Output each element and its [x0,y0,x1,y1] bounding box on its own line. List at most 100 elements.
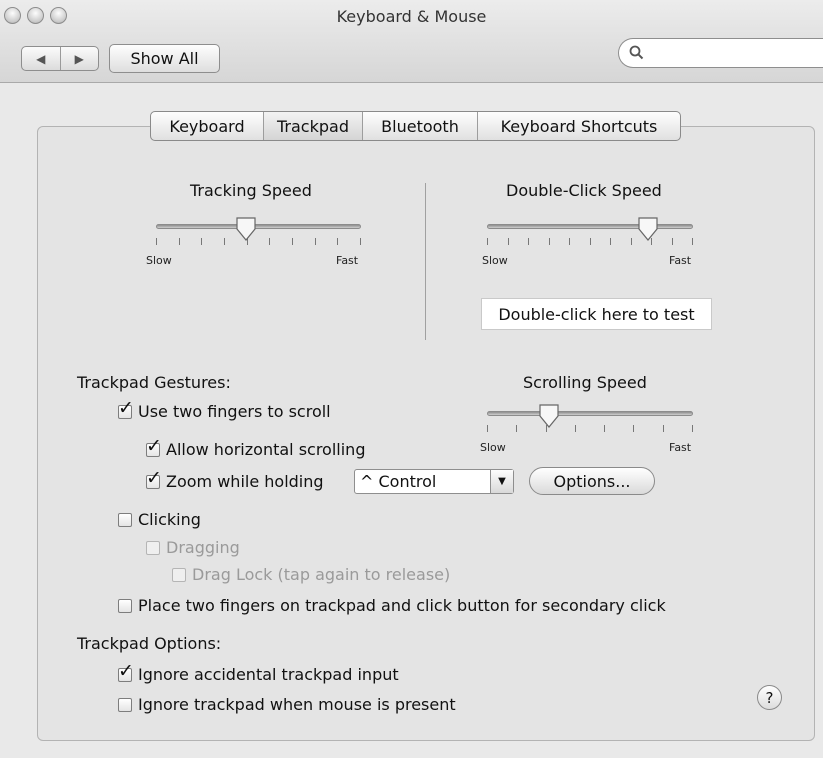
zoom-modifier-popup[interactable]: ^ Control ▼ [354,469,514,494]
checkmark-icon: ✓ [118,396,134,419]
window-title: Keyboard & Mouse [336,7,487,26]
double-click-speed-slider[interactable] [487,216,693,250]
trackpad-gestures-heading: Trackpad Gestures: [77,373,231,392]
slider-tick [663,425,664,432]
tab-keyboard-shortcuts[interactable]: Keyboard Shortcuts [478,112,680,140]
zoom-checkbox[interactable]: ✓ Zoom while holding [146,468,324,491]
checkbox-box[interactable] [118,598,132,613]
checkbox-box [146,540,160,555]
slider-tick [269,238,270,245]
slider-tick [633,425,634,432]
slider-ticks [487,238,693,246]
trackpad-options-heading: Trackpad Options: [77,634,222,653]
tracking-speed-label: Tracking Speed [190,181,312,200]
zoom-modifier-value: ^ Control [360,472,437,491]
ignore-with-mouse-label: Ignore trackpad when mouse is present [138,695,456,714]
search-icon [629,45,644,60]
slider-tick [672,238,673,245]
slider-tick [549,238,550,245]
scrolling-speed-slider[interactable] [487,403,693,437]
zoom-label: Zoom while holding [166,472,324,491]
double-click-fast-label: Fast [669,254,692,267]
checkbox-box[interactable]: ✓ [146,436,162,457]
tab-keyboard[interactable]: Keyboard [151,112,264,140]
checkbox-box[interactable]: ✓ [118,661,134,682]
clicking-label: Clicking [138,510,201,529]
back-forward-control: ◀ ▶ [21,46,99,71]
ignore-accidental-label: Ignore accidental trackpad input [138,665,399,684]
slider-track [487,411,693,416]
slider-tick [156,238,157,245]
show-all-button[interactable]: Show All [109,44,220,73]
horizontal-scroll-checkbox[interactable]: ✓ Allow horizontal scrolling [146,436,366,459]
checkmark-icon: ✓ [146,434,162,457]
tracking-speed-slider[interactable] [156,216,361,250]
slider-tick [224,238,225,245]
double-click-speed-label: Double-Click Speed [506,181,662,200]
dragging-checkbox: Dragging [146,538,240,557]
double-click-test-area[interactable]: Double-click here to test [481,298,712,330]
checkbox-box[interactable]: ✓ [118,398,134,419]
scrolling-fast-label: Fast [669,441,692,454]
secondary-click-checkbox[interactable]: Place two fingers on trackpad and click … [118,596,666,615]
slider-tick [575,425,576,432]
slider-thumb[interactable] [235,216,257,242]
slider-track [156,224,361,229]
slider-tick [569,238,570,245]
checkbox-box[interactable]: ✓ [146,468,162,489]
ignore-with-mouse-checkbox[interactable]: Ignore trackpad when mouse is present [118,695,456,714]
back-arrow-icon[interactable]: ◀ [22,47,61,70]
scrolling-slow-label: Slow [480,441,506,454]
scrolling-speed-label: Scrolling Speed [523,373,647,392]
drag-lock-label: Drag Lock (tap again to release) [192,565,451,584]
secondary-click-label: Place two fingers on trackpad and click … [138,596,666,615]
ignore-accidental-checkbox[interactable]: ✓ Ignore accidental trackpad input [118,661,399,684]
tracking-fast-label: Fast [336,254,359,267]
slider-tick [516,425,517,432]
tab-trackpad[interactable]: Trackpad [264,112,363,140]
slider-tick [337,238,338,245]
slider-tick [487,238,488,245]
slider-thumb[interactable] [637,216,659,242]
slider-tick [590,238,591,245]
slider-tick [315,238,316,245]
slider-tick [604,425,605,432]
section-divider [425,183,426,340]
checkmark-icon: ✓ [146,466,162,489]
window-toolbar: Keyboard & Mouse ◀ ▶ Show All [0,0,823,83]
slider-tick [508,238,509,245]
checkbox-box[interactable] [118,512,132,527]
tab-bluetooth[interactable]: Bluetooth [363,112,478,140]
help-button[interactable]: ? [757,685,782,710]
search-field[interactable] [618,38,823,68]
checkmark-icon: ✓ [118,659,134,682]
slider-tick [179,238,180,245]
slider-tick [292,238,293,245]
slider-tick [610,238,611,245]
slider-thumb[interactable] [538,403,560,429]
slider-tick [692,238,693,245]
options-button[interactable]: Options... [529,467,655,495]
preference-tabs: Keyboard Trackpad Bluetooth Keyboard Sho… [150,111,681,141]
slider-ticks [487,425,693,433]
horizontal-scroll-label: Allow horizontal scrolling [166,440,366,459]
tracking-slow-label: Slow [146,254,172,267]
forward-arrow-icon[interactable]: ▶ [61,47,99,70]
slider-tick [487,425,488,432]
slider-tick [201,238,202,245]
double-click-slow-label: Slow [482,254,508,267]
checkbox-box[interactable] [118,697,132,712]
slider-ticks [156,238,361,246]
slider-tick [692,425,693,432]
two-finger-scroll-checkbox[interactable]: ✓ Use two fingers to scroll [118,398,331,421]
slider-tick [360,238,361,245]
drag-lock-checkbox: Drag Lock (tap again to release) [172,565,450,584]
two-finger-scroll-label: Use two fingers to scroll [138,402,331,421]
clicking-checkbox[interactable]: Clicking [118,510,201,529]
slider-tick [631,238,632,245]
slider-track [487,224,693,229]
dragging-label: Dragging [166,538,240,557]
chevron-down-icon: ▼ [490,470,513,493]
checkbox-box [172,567,186,582]
slider-tick [528,238,529,245]
